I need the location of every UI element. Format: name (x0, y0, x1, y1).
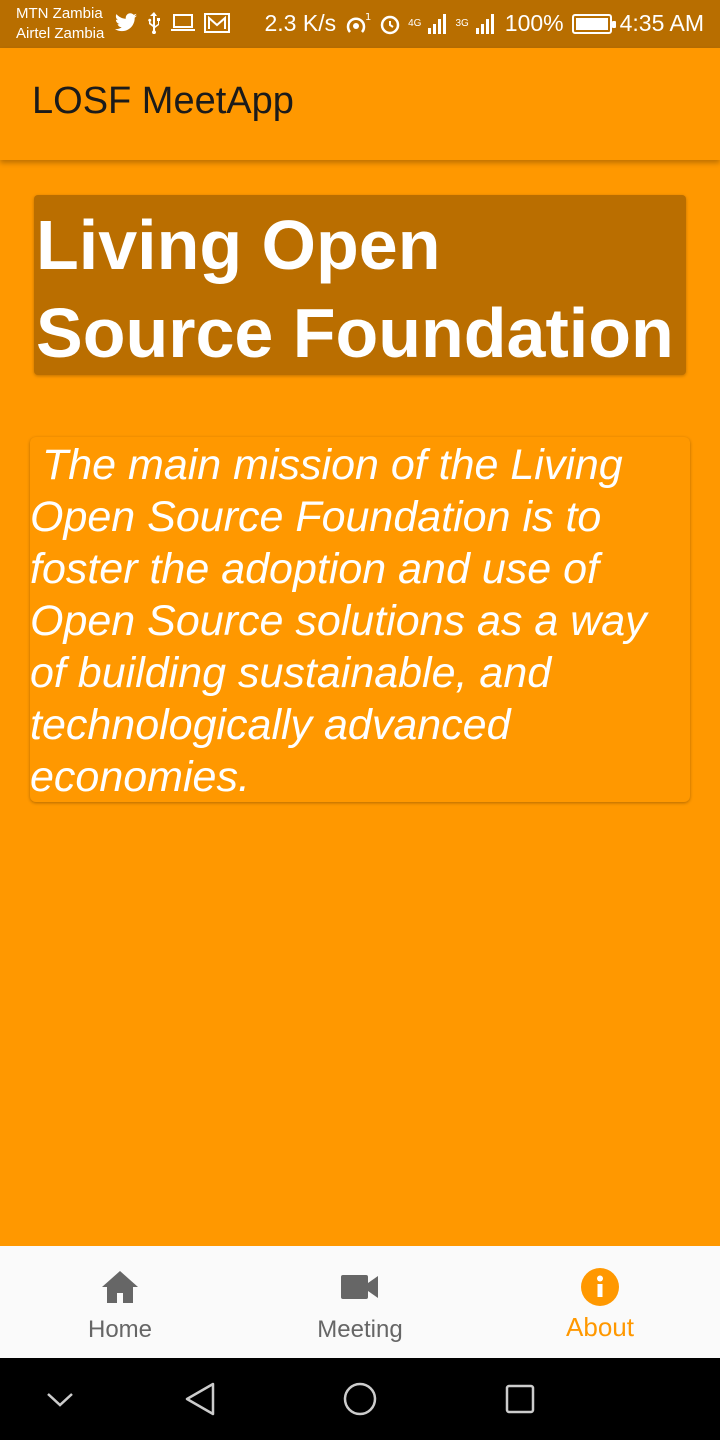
carrier-names: MTN Zambia Airtel Zambia (16, 4, 104, 44)
usb-icon (146, 12, 162, 34)
signal-2-icon (475, 13, 494, 34)
app-bar: LOSF MeetApp (0, 48, 720, 160)
signal-1-icon (428, 13, 447, 34)
mission-card: The main mission of the Living Open Sour… (30, 437, 690, 802)
bottom-navigation: Home Meeting About (0, 1246, 720, 1358)
battery-percent: 100% (504, 10, 564, 36)
chevron-down-icon[interactable] (39, 1378, 81, 1420)
network-speed: 2.3 K/s (264, 10, 337, 36)
signal-icons: 1 4G 3G (344, 12, 497, 36)
svg-text:1: 1 (365, 12, 371, 23)
back-icon[interactable] (179, 1378, 221, 1420)
carrier-2: Airtel Zambia (16, 25, 105, 42)
hotspot-icon: 1 (346, 12, 371, 33)
alarm-icon (380, 15, 400, 34)
nav-about-label: About (566, 1312, 634, 1342)
nav-about[interactable]: About (480, 1246, 720, 1358)
home-button-icon[interactable] (339, 1378, 381, 1420)
nav-meeting[interactable]: Meeting (240, 1246, 480, 1358)
mail-icon (204, 13, 230, 33)
recents-icon[interactable] (499, 1378, 541, 1420)
app-title: LOSF MeetApp (32, 80, 294, 122)
carrier-1: MTN Zambia (16, 5, 103, 22)
laptop-icon (170, 13, 196, 33)
twitter-icon (114, 13, 138, 33)
system-navigation-bar (0, 1358, 720, 1440)
nav-meeting-label: Meeting (317, 1316, 403, 1343)
foundation-title: Living Open Source Foundation (36, 206, 674, 372)
network-2-label: 3G (455, 17, 469, 29)
status-right: 2.3 K/s 1 4G 3G 100% 4:35 AM (264, 10, 704, 37)
home-icon (99, 1266, 141, 1308)
mission-statement: The main mission of the Living Open Sour… (30, 441, 659, 801)
clock: 4:35 AM (619, 10, 704, 36)
info-icon (579, 1266, 621, 1308)
nav-home[interactable]: Home (0, 1246, 240, 1358)
notification-icons (114, 12, 230, 34)
network-1-label: 4G (408, 17, 422, 29)
foundation-title-card: Living Open Source Foundation (34, 195, 686, 375)
video-camera-icon (339, 1266, 381, 1308)
battery-icon (571, 13, 616, 34)
nav-home-label: Home (87, 1316, 153, 1343)
status-bar: MTN Zambia Airtel Zambia 2.3 K/s 1 4G 3G… (0, 0, 720, 48)
